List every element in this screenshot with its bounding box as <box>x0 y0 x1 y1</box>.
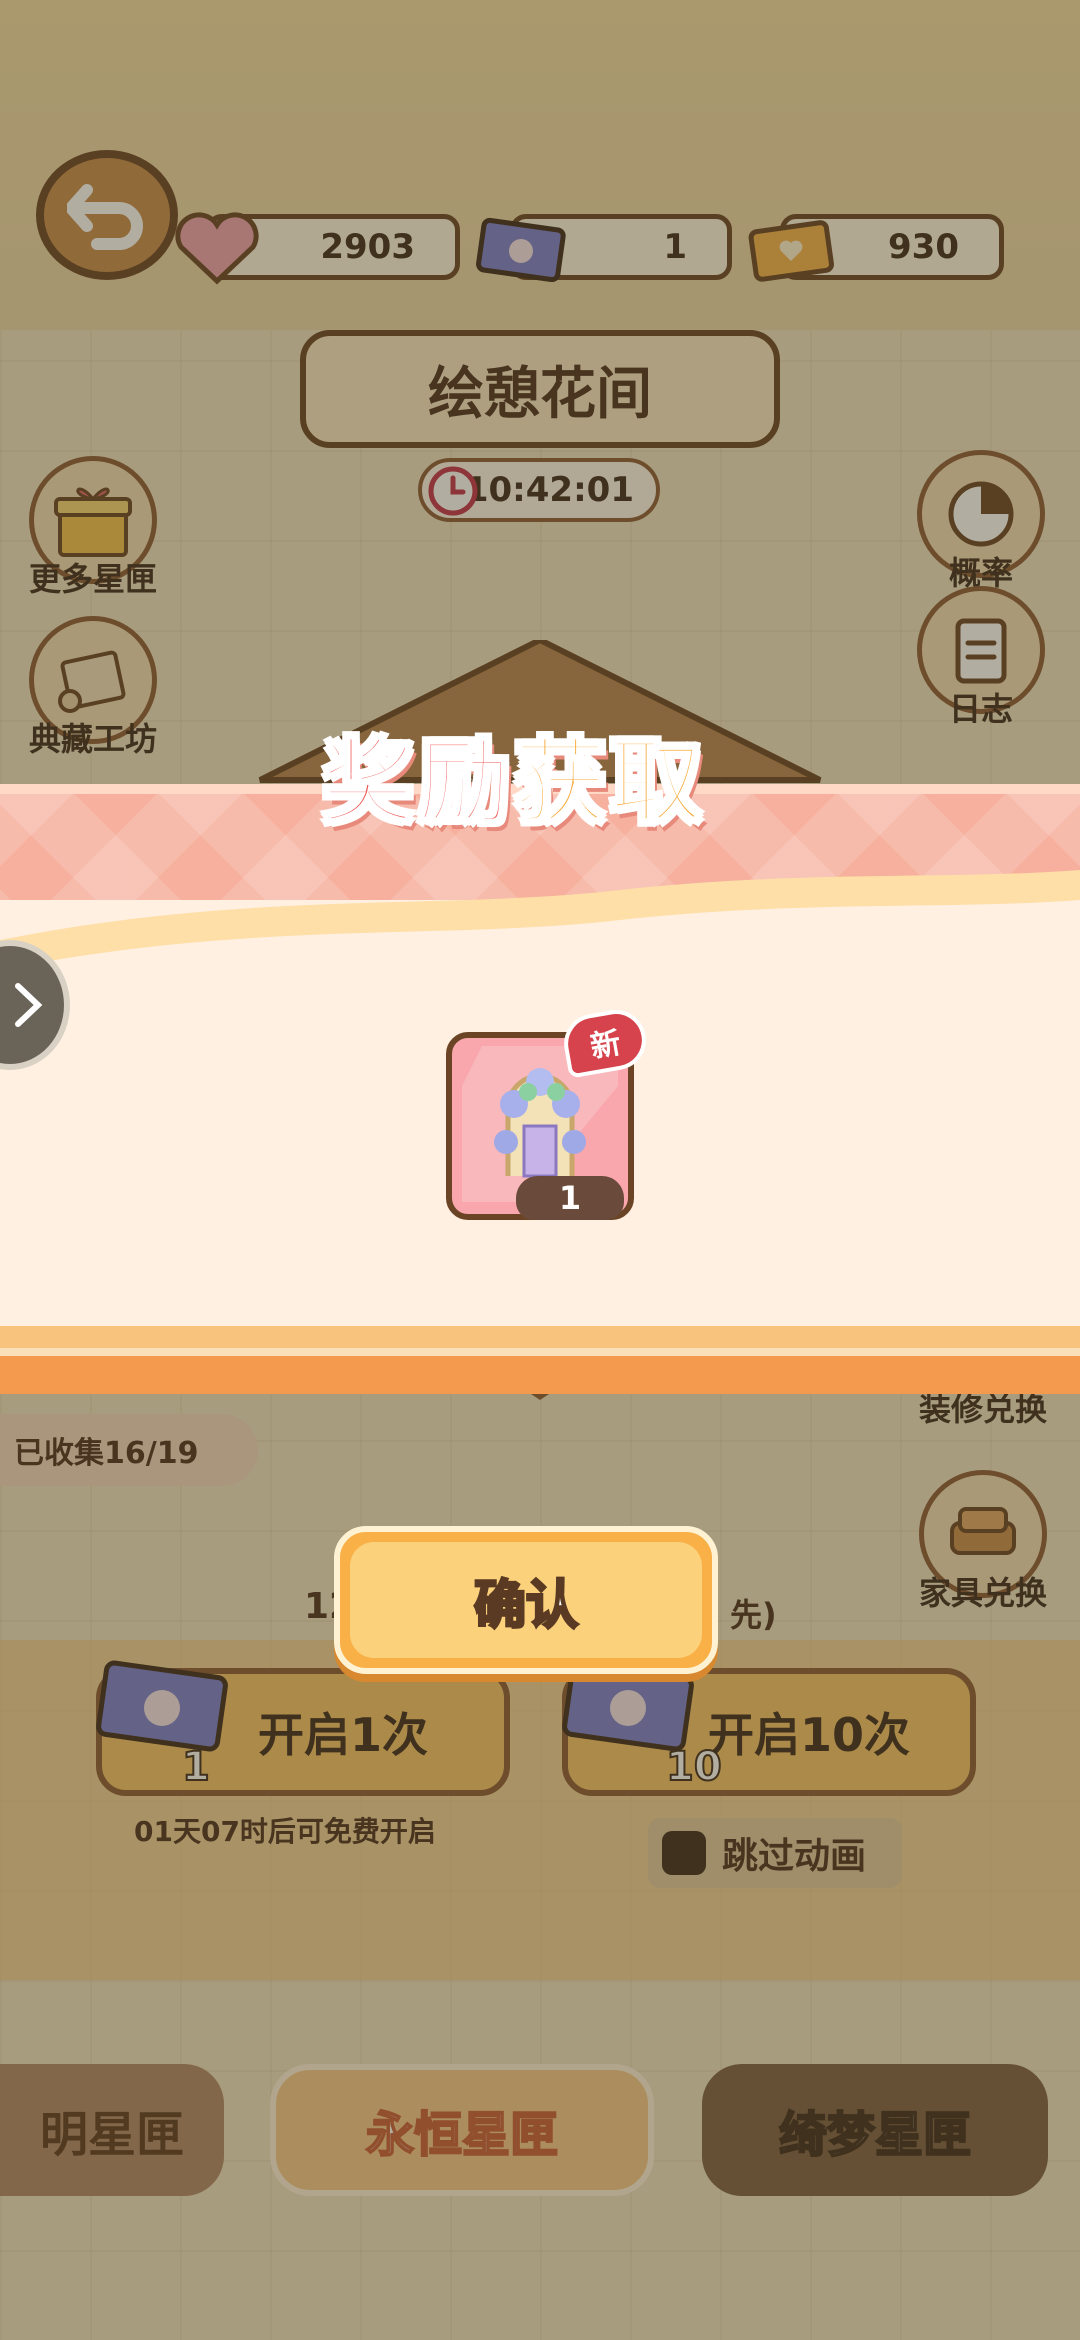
reward-title-part2: 获取 <box>513 728 707 838</box>
reward-title-part1: 奖励 <box>320 728 515 838</box>
reward-banner-wave <box>0 870 1080 990</box>
confirm-label: 确认 <box>472 1574 579 1637</box>
chevron-right-icon <box>15 983 43 1027</box>
confirm-button[interactable]: 确认 <box>334 1526 718 1674</box>
reward-item-quantity: 1 <box>516 1176 624 1220</box>
reward-title: 奖励获取 <box>320 708 707 841</box>
reward-item-card[interactable]: 1 新 <box>446 1005 651 1220</box>
reward-banner-footer <box>0 1326 1080 1394</box>
